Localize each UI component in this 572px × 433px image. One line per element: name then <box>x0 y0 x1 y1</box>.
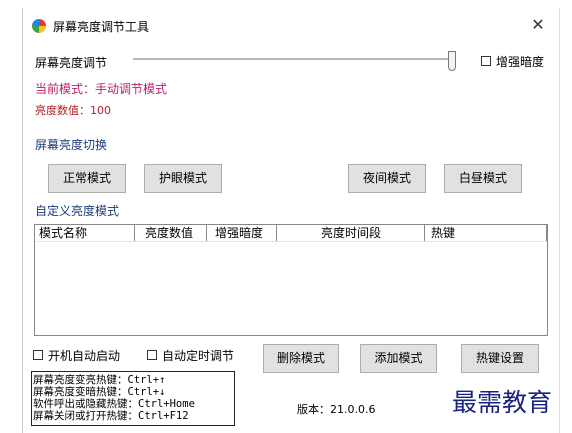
hotkey-settings-button[interactable]: 热键设置 <box>461 344 539 373</box>
brightness-slider-thumb[interactable] <box>448 51 456 71</box>
version-text: 版本：21.0.0.6 <box>297 403 376 416</box>
column-brightness-value[interactable]: 亮度数值 <box>135 225 207 241</box>
daylight-mode-button[interactable]: 白昼模式 <box>444 164 522 193</box>
auto-timed-checkbox[interactable] <box>147 350 157 360</box>
current-mode-text: 当前模式：手动调节模式 <box>35 82 168 96</box>
auto-timed-label: 自动定时调节 <box>162 349 235 363</box>
column-time-period[interactable]: 亮度时间段 <box>277 225 425 241</box>
close-button[interactable]: ✕ <box>527 14 549 36</box>
add-mode-button[interactable]: 添加模式 <box>360 344 437 373</box>
night-mode-button[interactable]: 夜间模式 <box>348 164 426 193</box>
list-header: 模式名称 亮度数值 增强暗度 亮度时间段 热键 <box>35 225 547 242</box>
column-mode-name[interactable]: 模式名称 <box>35 225 135 241</box>
watermark-text: 最需教育 <box>452 388 553 417</box>
eye-care-mode-button[interactable]: 护眼模式 <box>144 164 222 193</box>
normal-mode-button[interactable]: 正常模式 <box>48 164 126 193</box>
column-hotkey[interactable]: 热键 <box>425 225 547 241</box>
column-enhance-dim[interactable]: 增强暗度 <box>207 225 277 241</box>
window-title: 屏幕亮度调节工具 <box>53 20 150 34</box>
hotkey-brighten-text: 屏幕亮度变亮热键：Ctrl+↑ <box>33 374 166 386</box>
enhance-dim-label: 增强暗度 <box>496 55 545 69</box>
custom-mode-list[interactable]: 模式名称 亮度数值 增强暗度 亮度时间段 热键 <box>34 224 548 336</box>
brightness-slider-track[interactable] <box>133 58 455 61</box>
hotkey-darken-text: 屏幕亮度变暗热键：Ctrl+↓ <box>33 386 166 398</box>
hotkey-toggle-window-text: 软件呼出或隐藏热键：Ctrl+Home <box>33 398 195 410</box>
app-logo-icon <box>32 19 46 33</box>
hotkey-info-box: 屏幕亮度变亮热键：Ctrl+↑ 屏幕亮度变暗热键：Ctrl+↓ 软件呼出或隐藏热… <box>31 371 235 426</box>
autostart-label: 开机自动启动 <box>48 349 121 363</box>
custom-section-label: 自定义亮度模式 <box>35 204 120 218</box>
switch-section-label: 屏幕亮度切换 <box>35 138 108 152</box>
enhance-dim-checkbox[interactable] <box>481 56 491 66</box>
title-bar: 屏幕亮度调节工具 ✕ <box>23 8 559 42</box>
brightness-label: 屏幕亮度调节 <box>35 56 108 70</box>
delete-mode-button[interactable]: 删除模式 <box>263 344 339 373</box>
autostart-checkbox[interactable] <box>33 350 43 360</box>
hotkey-screen-off-text: 屏幕关闭或打开热键：Ctrl+F12 <box>33 410 189 422</box>
brightness-value-text: 亮度数值：100 <box>35 104 111 117</box>
main-window: 屏幕亮度调节工具 ✕ 屏幕亮度调节 增强暗度 当前模式：手动调节模式 亮度数值：… <box>22 8 560 433</box>
